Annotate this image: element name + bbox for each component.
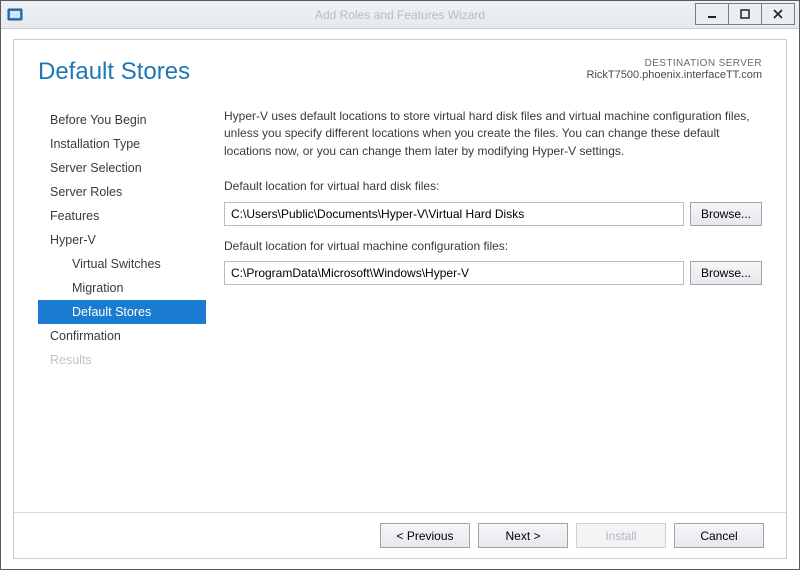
vhd-location-label: Default location for virtual hard disk f… [224, 178, 762, 195]
vmcfg-location-input[interactable] [224, 261, 684, 285]
close-button[interactable] [761, 3, 795, 25]
vmcfg-location-row: Browse... [224, 261, 762, 285]
window-controls [696, 1, 799, 28]
minimize-button[interactable] [695, 3, 729, 25]
nav-item-installation-type[interactable]: Installation Type [38, 132, 206, 156]
next-button[interactable]: Next > [478, 523, 568, 548]
nav-item-before-you-begin[interactable]: Before You Begin [38, 108, 206, 132]
nav-item-confirmation[interactable]: Confirmation [38, 324, 206, 348]
nav-item-migration[interactable]: Migration [38, 276, 206, 300]
wizard-footer: < Previous Next > Install Cancel [14, 512, 786, 558]
install-button[interactable]: Install [576, 523, 666, 548]
main-pane: Hyper-V uses default locations to store … [206, 108, 762, 504]
page-title: Default Stores [38, 58, 190, 86]
nav-item-virtual-switches[interactable]: Virtual Switches [38, 252, 206, 276]
vhd-location-row: Browse... [224, 202, 762, 226]
vmcfg-browse-button[interactable]: Browse... [690, 261, 762, 285]
vhd-browse-button[interactable]: Browse... [690, 202, 762, 226]
destination-info: DESTINATION SERVER RickT7500.phoenix.int… [587, 58, 762, 81]
nav-item-server-roles[interactable]: Server Roles [38, 180, 206, 204]
nav-item-default-stores[interactable]: Default Stores [38, 300, 206, 324]
nav-item-results: Results [38, 348, 206, 372]
wizard-nav: Before You BeginInstallation TypeServer … [38, 108, 206, 504]
nav-item-hyper-v[interactable]: Hyper-V [38, 228, 206, 252]
destination-server: RickT7500.phoenix.interfaceTT.com [587, 69, 762, 81]
inner-panel: Default Stores DESTINATION SERVER RickT7… [13, 39, 787, 559]
page-body: Before You BeginInstallation TypeServer … [14, 108, 786, 512]
nav-item-features[interactable]: Features [38, 204, 206, 228]
vhd-location-input[interactable] [224, 202, 684, 226]
vmcfg-location-label: Default location for virtual machine con… [224, 238, 762, 255]
wizard-window: Add Roles and Features Wizard Default St… [0, 0, 800, 570]
intro-text: Hyper-V uses default locations to store … [224, 108, 762, 160]
nav-item-server-selection[interactable]: Server Selection [38, 156, 206, 180]
previous-button[interactable]: < Previous [380, 523, 470, 548]
maximize-button[interactable] [728, 3, 762, 25]
cancel-button[interactable]: Cancel [674, 523, 764, 548]
titlebar: Add Roles and Features Wizard [1, 1, 799, 29]
destination-label: DESTINATION SERVER [587, 58, 762, 69]
app-icon [7, 7, 23, 23]
page-header: Default Stores DESTINATION SERVER RickT7… [14, 40, 786, 108]
content-wrapper: Default Stores DESTINATION SERVER RickT7… [1, 29, 799, 569]
window-title: Add Roles and Features Wizard [1, 8, 799, 22]
